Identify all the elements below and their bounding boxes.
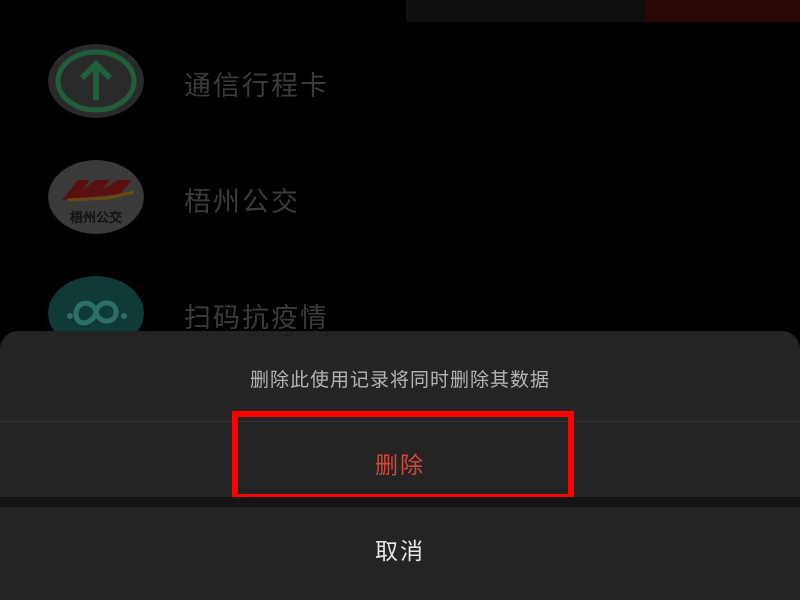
top-strip-red xyxy=(646,0,800,22)
app-item-wuzhou-bus[interactable]: 梧州公交 梧州公交 xyxy=(0,152,800,242)
cancel-button[interactable]: 取消 xyxy=(0,507,800,600)
cancel-label: 取消 xyxy=(375,539,425,565)
action-sheet: 删除此使用记录将同时删除其数据 删除 取消 xyxy=(0,331,800,600)
arrow-up-circle-icon xyxy=(48,44,144,118)
app-label: 通信行程卡 xyxy=(184,71,329,102)
app-label: 扫码抗疫情 xyxy=(184,303,329,334)
delete-button[interactable]: 删除 xyxy=(0,422,800,497)
sheet-gap xyxy=(0,497,800,507)
bus-logo-text: 梧州公交 xyxy=(70,210,122,226)
bus-logo-icon: 梧州公交 xyxy=(48,160,144,234)
delete-label: 删除 xyxy=(375,453,425,479)
top-strip xyxy=(406,0,800,22)
app-label: 梧州公交 xyxy=(184,187,300,218)
screen: 通信行程卡 梧州公交 梧州公交 扫码抗疫情 删除此使用记录将同时删除其数据 删除… xyxy=(0,0,800,600)
sheet-message: 删除此使用记录将同时删除其数据 xyxy=(249,369,550,391)
top-strip-dark xyxy=(406,0,646,22)
app-item-travel-card[interactable]: 通信行程卡 xyxy=(0,36,800,126)
